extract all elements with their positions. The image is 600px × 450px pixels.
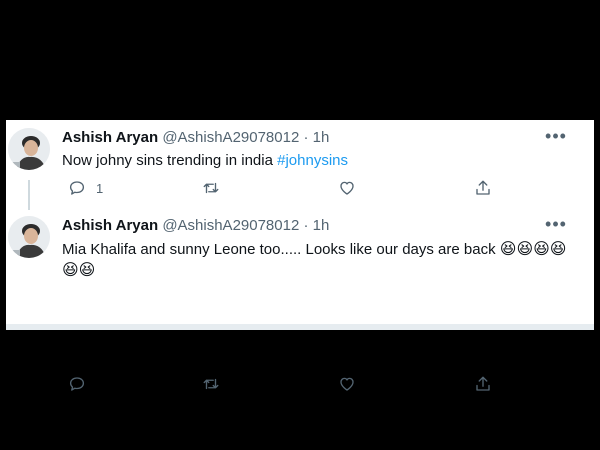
share-button[interactable] <box>474 178 492 198</box>
like-button[interactable] <box>338 178 356 198</box>
more-icon[interactable]: ••• <box>544 214 568 234</box>
reply-button[interactable] <box>68 374 86 394</box>
hashtag-link[interactable]: #johnysins <box>277 152 348 169</box>
avatar[interactable] <box>8 128 50 170</box>
reply-count: 1 <box>96 180 104 196</box>
tweet-header: Ashish Aryan @AshishA29078012 · 1h <box>62 217 329 235</box>
reply-icon <box>69 181 85 195</box>
user-name[interactable]: Ashish Aryan <box>62 217 158 234</box>
tweet-actions <box>62 374 492 394</box>
retweet-button[interactable] <box>202 178 220 198</box>
tweet-thread-card: Ashish Aryan @AshishA29078012 · 1h ••• N… <box>6 120 594 391</box>
more-icon[interactable]: ••• <box>544 126 568 146</box>
tweet-text: Now johny sins trending in india #johnys… <box>62 151 572 171</box>
card-footer-strip <box>6 324 594 330</box>
reply-button[interactable]: 1 <box>68 178 103 198</box>
timestamp[interactable]: 1h <box>313 217 330 234</box>
tweet[interactable]: Ashish Aryan @AshishA29078012 · 1h ••• N… <box>6 120 594 210</box>
like-icon <box>340 181 354 195</box>
user-handle[interactable]: @AshishA29078012 <box>162 129 299 146</box>
retweet-button[interactable] <box>202 374 220 394</box>
thread-connector <box>28 180 30 210</box>
tweet-body: Now johny sins trending in india <box>62 152 273 169</box>
share-icon <box>476 376 490 391</box>
share-icon <box>476 180 490 195</box>
user-name[interactable]: Ashish Aryan <box>62 129 158 146</box>
reply-icon <box>69 377 85 391</box>
tweet-actions: 1 <box>62 178 492 198</box>
like-icon <box>340 377 354 391</box>
separator-dot: · <box>303 129 309 146</box>
share-button[interactable] <box>474 374 492 394</box>
like-button[interactable] <box>338 374 356 394</box>
tweet[interactable]: Ashish Aryan @AshishA29078012 · 1h ••• M… <box>6 208 594 391</box>
separator-dot: · <box>303 217 309 234</box>
user-handle[interactable]: @AshishA29078012 <box>162 217 299 234</box>
tweet-text: Mia Khalifa and sunny Leone too..... Loo… <box>62 239 572 281</box>
retweet-icon <box>203 378 219 390</box>
timestamp[interactable]: 1h <box>313 129 330 146</box>
tweet-body: Mia Khalifa and sunny Leone too..... Loo… <box>62 241 496 258</box>
avatar[interactable] <box>8 216 50 258</box>
tweet-header: Ashish Aryan @AshishA29078012 · 1h <box>62 129 329 147</box>
retweet-icon <box>203 182 219 194</box>
